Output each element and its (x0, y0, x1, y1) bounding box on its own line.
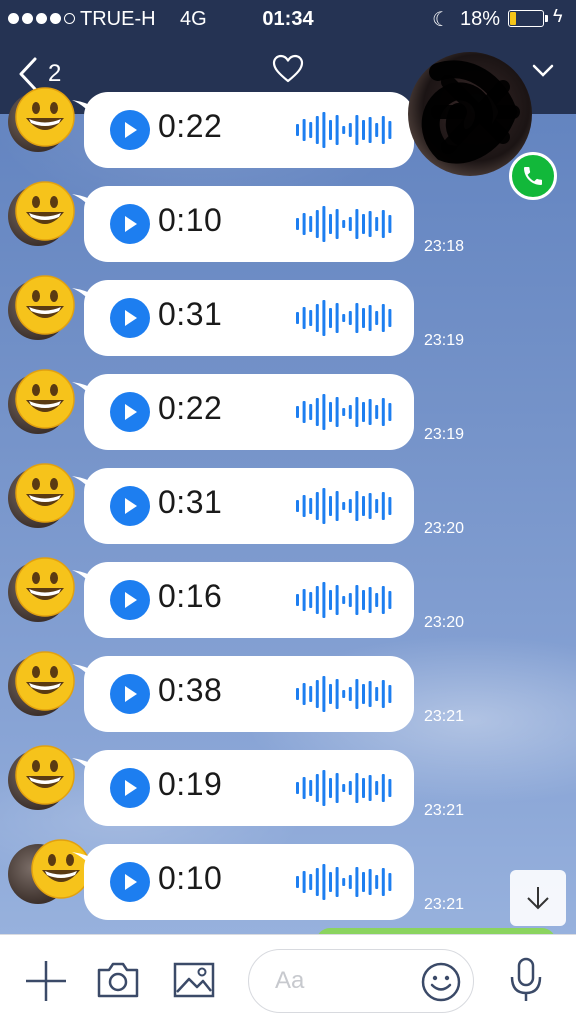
message-time: 23:21 (424, 896, 465, 913)
play-button[interactable] (110, 110, 150, 150)
play-button[interactable] (110, 862, 150, 902)
voice-duration: 0:22 (158, 390, 223, 426)
play-icon (125, 216, 137, 232)
menu-toggle[interactable] (532, 64, 554, 83)
waveform-icon (296, 488, 392, 524)
camera-icon (97, 962, 139, 998)
play-icon (125, 686, 137, 702)
battery-tip (545, 15, 548, 22)
voice-message-row: 0:22 23:19 (0, 369, 576, 452)
smiley-sticker-icon (15, 87, 75, 147)
smiley-sticker-icon (15, 745, 75, 805)
waveform-icon (296, 206, 392, 242)
waveform-icon (296, 112, 392, 148)
voice-duration: 0:31 (158, 296, 223, 332)
unread-count: 2 (48, 60, 62, 87)
phone-icon (524, 167, 542, 185)
smiley-sticker-icon (15, 275, 75, 335)
play-icon (125, 310, 137, 326)
voice-message-bubble[interactable]: 0:31 (84, 468, 414, 544)
waveform-icon (296, 394, 392, 430)
call-button[interactable] (509, 152, 557, 200)
smiley-sticker-icon (15, 369, 75, 429)
message-time: 23:21 (424, 802, 465, 819)
message-time: 23:20 (424, 614, 465, 631)
play-icon (125, 404, 137, 420)
microphone-icon (510, 957, 542, 1001)
voice-message-bubble[interactable]: 0:22 (84, 374, 414, 450)
message-input-bar (0, 934, 576, 1025)
play-button[interactable] (110, 486, 150, 526)
heart-icon (272, 54, 304, 83)
voice-message-bubble[interactable]: 0:10 (84, 844, 414, 920)
add-button[interactable] (24, 959, 68, 1008)
scroll-to-bottom-button[interactable] (510, 870, 566, 926)
plus-icon (26, 961, 66, 1001)
play-button[interactable] (110, 768, 150, 808)
waveform-icon (296, 864, 392, 900)
message-time: 23:20 (424, 520, 465, 537)
charging-bolt-icon: ϟ (553, 6, 563, 26)
voice-duration: 0:31 (158, 484, 223, 520)
waveform-icon (296, 582, 392, 618)
arrow-down-icon (527, 887, 549, 910)
play-button[interactable] (110, 298, 150, 338)
voice-duration: 0:19 (158, 766, 223, 802)
smiley-sticker-icon (15, 463, 75, 523)
voice-message-bubble[interactable]: 0:31 (84, 280, 414, 356)
play-icon (125, 498, 137, 514)
moon-icon: ☾ (432, 9, 450, 31)
play-icon (125, 122, 137, 138)
waveform-icon (296, 770, 392, 806)
favorite-button[interactable] (272, 54, 304, 89)
voice-message-row: 0:31 23:20 (0, 463, 576, 546)
voice-duration: 0:16 (158, 578, 223, 614)
battery-icon (508, 10, 544, 27)
voice-duration: 0:10 (158, 860, 223, 896)
status-bar: TRUE-H 4G 01:34 ☾ 18% ϟ (0, 0, 576, 40)
voice-message-bubble[interactable]: 0:16 (84, 562, 414, 638)
redacted-scribble (421, 60, 520, 164)
voice-message-row: 0:19 23:21 (0, 745, 576, 828)
voice-message-bubble[interactable]: 0:22 (84, 92, 414, 168)
smiley-sticker-icon (15, 651, 75, 711)
voice-message-bubble[interactable]: 0:19 (84, 750, 414, 826)
voice-duration: 0:22 (158, 108, 223, 144)
chevron-down-icon (532, 64, 554, 77)
emoji-icon (421, 962, 461, 1002)
play-button[interactable] (110, 674, 150, 714)
play-icon (125, 874, 137, 890)
message-time: 23:19 (424, 332, 465, 349)
play-icon (125, 780, 137, 796)
battery-fill (510, 12, 516, 25)
message-time: 23:18 (424, 238, 465, 255)
voice-duration: 0:38 (158, 672, 223, 708)
voice-message-bubble[interactable]: 0:38 (84, 656, 414, 732)
waveform-icon (296, 676, 392, 712)
smiley-sticker-icon (15, 557, 75, 617)
play-icon (125, 592, 137, 608)
voice-message-row: 0:31 23:19 (0, 275, 576, 358)
play-button[interactable] (110, 580, 150, 620)
smiley-sticker-icon (15, 181, 75, 241)
voice-message-row: 0:10 23:21 (0, 839, 576, 922)
contact-avatar[interactable] (408, 52, 532, 176)
message-time: 23:21 (424, 708, 465, 725)
voice-button[interactable] (508, 957, 544, 1008)
emoji-button[interactable] (420, 961, 462, 1008)
gallery-button[interactable] (172, 961, 216, 1004)
voice-message-row: 0:38 23:21 (0, 651, 576, 734)
message-time: 23:19 (424, 426, 465, 443)
play-button[interactable] (110, 204, 150, 244)
camera-button[interactable] (96, 961, 140, 1004)
voice-message-row: 0:16 23:20 (0, 557, 576, 640)
play-button[interactable] (110, 392, 150, 432)
voice-message-bubble[interactable]: 0:10 (84, 186, 414, 262)
voice-duration: 0:10 (158, 202, 223, 238)
battery-percent: 18% (460, 8, 501, 30)
image-icon (173, 962, 215, 998)
voice-message-row: 0:10 23:18 (0, 181, 576, 264)
waveform-icon (296, 300, 392, 336)
